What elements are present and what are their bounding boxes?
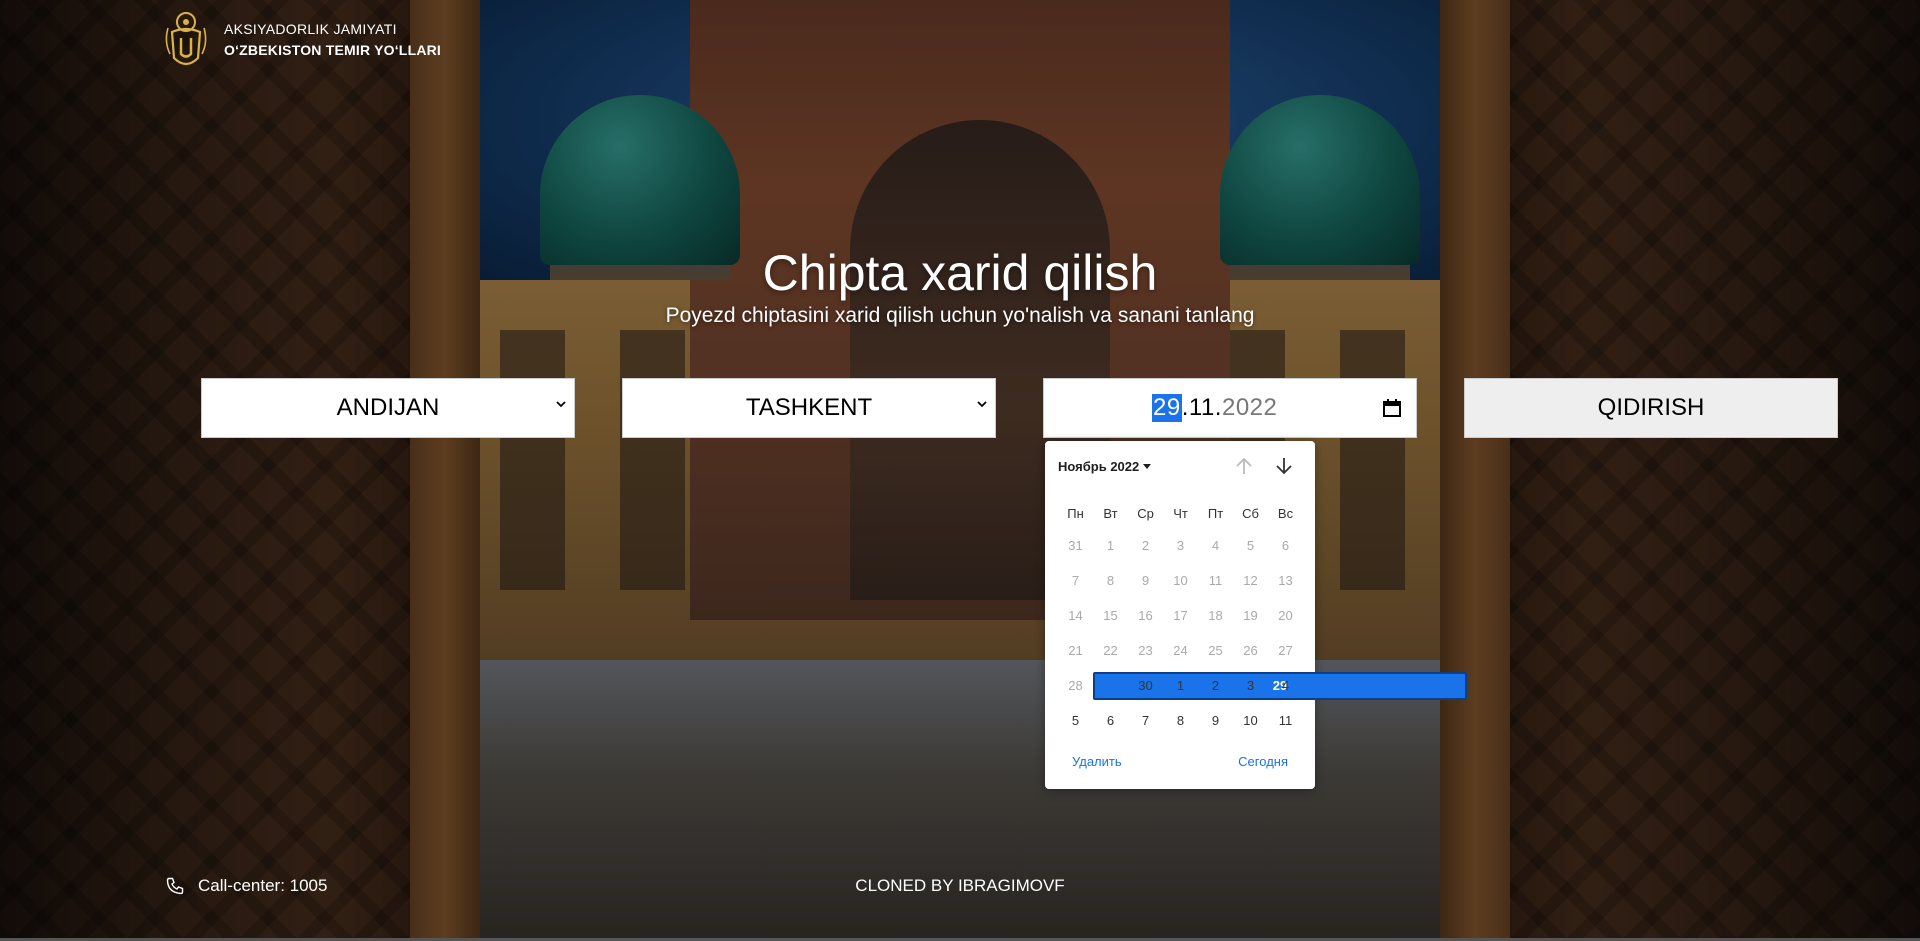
next-month-arrow-icon[interactable] <box>1273 455 1295 477</box>
date-day-segment[interactable]: 29 <box>1152 394 1182 422</box>
date-input[interactable]: 29. 11. 2022 <box>1043 378 1417 438</box>
calendar-day[interactable]: 23 <box>1128 637 1163 665</box>
calendar-day[interactable]: 20 <box>1268 602 1303 630</box>
weekday-label: Пт <box>1207 506 1224 521</box>
calendar-day[interactable]: 4 <box>1268 672 1303 700</box>
weekday-header: Пн Вт Ср Чт Пт Сб Вс <box>1058 506 1303 521</box>
search-form: ANDIJAN TASHKENT 29. 11. 2022 QIDIRISH <box>201 378 1839 440</box>
background-photo <box>0 0 1920 941</box>
weekday-label: Вт <box>1103 506 1118 521</box>
caret-down-icon <box>1143 464 1152 469</box>
datepicker-popup: Ноябрь 2022 Пн Вт Ср Чт Пт Сб Вс 31 1 2 … <box>1045 441 1467 789</box>
calendar-day[interactable]: 10 <box>1163 567 1198 595</box>
calendar-day[interactable]: 27 <box>1268 637 1303 665</box>
calendar-day[interactable]: 2 <box>1128 532 1163 560</box>
today-button[interactable]: Сегодня <box>1238 754 1288 769</box>
weekday-label: Сб <box>1242 506 1259 521</box>
datepicker-footer: Удалить Сегодня <box>1045 754 1315 774</box>
calendar-week-row: 21 22 23 24 25 26 27 <box>1058 637 1303 665</box>
calendar-day[interactable]: 3 <box>1233 672 1268 700</box>
calendar-day[interactable]: 6 <box>1093 707 1128 735</box>
calendar-day[interactable]: 14 <box>1058 602 1093 630</box>
calendar-day[interactable]: 7 <box>1058 567 1093 595</box>
calendar-day[interactable]: 8 <box>1093 567 1128 595</box>
calendar-day[interactable]: 3 <box>1163 532 1198 560</box>
calendar-day[interactable]: 7 <box>1128 707 1163 735</box>
calendar-day[interactable]: 4 <box>1198 532 1233 560</box>
date-month-segment[interactable]: 11 <box>1189 394 1215 422</box>
calendar-day[interactable]: 16 <box>1128 602 1163 630</box>
calendar-day[interactable]: 6 <box>1268 532 1303 560</box>
from-station-select[interactable]: ANDIJAN <box>201 378 575 438</box>
calendar-day[interactable]: 5 <box>1233 532 1268 560</box>
calendar-day[interactable]: 9 <box>1198 707 1233 735</box>
month-year-selector[interactable]: Ноябрь 2022 <box>1058 459 1152 474</box>
chevron-down-icon <box>556 401 566 408</box>
weekday-label: Чт <box>1173 506 1188 521</box>
calendar-day[interactable]: 21 <box>1058 637 1093 665</box>
calendar-day[interactable]: 1 <box>1163 672 1198 700</box>
search-button[interactable]: QIDIRISH <box>1464 378 1838 438</box>
calendar-week-row: 5 6 7 8 9 10 11 <box>1058 707 1303 735</box>
weekday-label: Ср <box>1137 506 1154 521</box>
calendar-day[interactable]: 28 <box>1058 672 1093 700</box>
to-station-value: TASHKENT <box>745 394 873 421</box>
calendar-day[interactable]: 2 <box>1198 672 1233 700</box>
hero-section: Chipta xarid qilish Poyezd chiptasini xa… <box>0 243 1920 329</box>
calendar-day[interactable]: 24 <box>1163 637 1198 665</box>
calendar-day[interactable]: 17 <box>1163 602 1198 630</box>
credit-text: CLONED BY IBRAGIMOVF <box>855 876 1065 895</box>
to-station-select[interactable]: TASHKENT <box>622 378 996 438</box>
calendar-week-row: 14 15 16 17 18 19 20 <box>1058 602 1303 630</box>
page-subtitle: Poyezd chiptasini xarid qilish uchun yo'… <box>665 304 1255 327</box>
brand-line2: O‘ZBEKISTON TEMIR YO‘LLARI <box>224 42 442 58</box>
brand-line1: AKSIYADORLIK JAMIYATI <box>224 21 397 37</box>
calendar-day[interactable]: 31 <box>1058 532 1093 560</box>
month-year-label: Ноябрь 2022 <box>1058 459 1140 474</box>
calendar-day[interactable]: 13 <box>1268 567 1303 595</box>
calendar-day[interactable]: 8 <box>1163 707 1198 735</box>
calendar-day[interactable]: 9 <box>1128 567 1163 595</box>
page-title: Chipta xarid qilish <box>762 245 1158 301</box>
calendar-week-row: 7 8 9 10 11 12 13 <box>1058 567 1303 595</box>
calendar-day[interactable]: 12 <box>1233 567 1268 595</box>
railway-emblem-icon <box>165 12 207 66</box>
calendar-day[interactable]: 30 <box>1128 672 1163 700</box>
calendar-week-row: 28 29 30 1 2 3 4 <box>1058 672 1467 700</box>
calendar-day[interactable]: 26 <box>1233 637 1268 665</box>
calendar-day[interactable]: 5 <box>1058 707 1093 735</box>
date-year-segment[interactable]: 2022 <box>1222 394 1277 422</box>
calendar-day[interactable]: 18 <box>1198 602 1233 630</box>
clear-date-button[interactable]: Удалить <box>1072 754 1122 769</box>
calendar-day[interactable]: 11 <box>1198 567 1233 595</box>
from-station-value: ANDIJAN <box>336 394 440 421</box>
calendar-day[interactable]: 22 <box>1093 637 1128 665</box>
calendar-icon[interactable] <box>1382 398 1402 418</box>
calendar-day[interactable]: 19 <box>1233 602 1268 630</box>
previous-month-arrow-icon[interactable] <box>1233 455 1255 477</box>
calendar-day[interactable]: 15 <box>1093 602 1128 630</box>
calendar-day[interactable]: 1 <box>1093 532 1128 560</box>
calendar-day[interactable]: 10 <box>1233 707 1268 735</box>
calendar-day[interactable]: 11 <box>1268 707 1303 735</box>
chevron-down-icon <box>977 401 987 408</box>
weekday-label: Вс <box>1277 506 1294 521</box>
calendar-day[interactable]: 25 <box>1198 637 1233 665</box>
calendar-week-row: 31 1 2 3 4 5 6 <box>1058 532 1303 560</box>
brand-logo[interactable]: AKSIYADORLIK JAMIYATI O‘ZBEKISTON TEMIR … <box>162 8 441 72</box>
weekday-label: Пн <box>1067 506 1084 521</box>
